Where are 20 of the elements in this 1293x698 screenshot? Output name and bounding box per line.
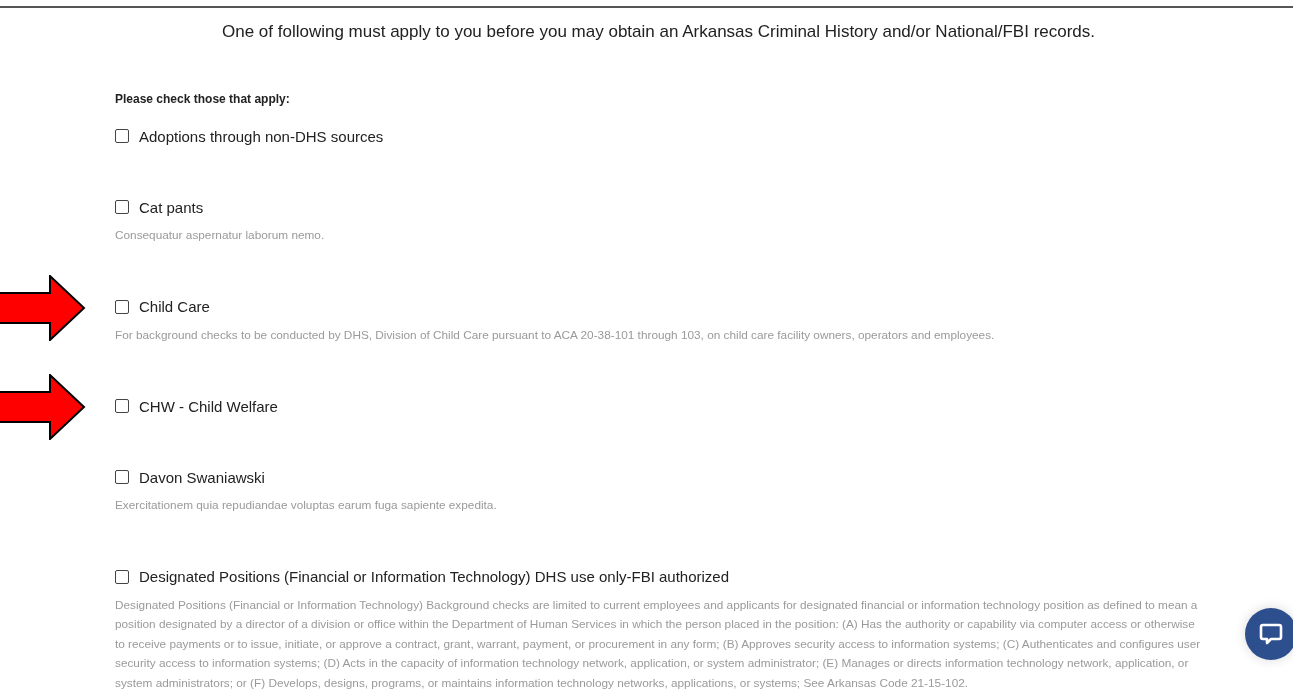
option-label[interactable]: Cat pants bbox=[139, 198, 204, 216]
chat-button[interactable] bbox=[1245, 608, 1293, 660]
checkbox[interactable] bbox=[115, 299, 129, 314]
checkbox[interactable] bbox=[115, 200, 129, 214]
intro-text: One of following must apply to you before you may obtain an Arkansas Criminal History and/or National/FBI records. bbox=[220, 21, 1097, 43]
chat-icon bbox=[1258, 621, 1284, 647]
option-label[interactable]: Adoptions through non-DHS sources bbox=[139, 127, 384, 145]
option-description: Designated Positions (Financial or Information Technology) Background checks are limited to current employees and applicants for designated financial or information technology position as defined to mean a position designated by a director of a division or office within the Department of Human Services in which the person placed in the position: (A) Has the authority or capability via computer access or otherwise to receive payments or to issue, initiate, or approve a contract, grant, warrant, payment, or procurement in any form; (B) Approves security access to information systems; (C) Authenticates and configures user security access to information systems; (D) Acts in the capacity of information technology network, application, or system administrator; (E) Manages or directs information technology network, application, or system administrators; or (F) Develops, designs, programs, or maintains information technology networks, applications, or systems; See Arkansas Code 21-15-102. bbox=[115, 596, 1202, 692]
option-label[interactable]: Child Care bbox=[139, 298, 210, 315]
checkbox[interactable] bbox=[115, 399, 129, 413]
option-description: Exercitationem quia repudiandae voluptas earum fuga sapiente expedita. bbox=[115, 497, 498, 514]
checkbox[interactable] bbox=[115, 569, 129, 584]
checkbox[interactable] bbox=[115, 129, 129, 143]
checkbox[interactable] bbox=[115, 470, 129, 484]
option-description: Consequatur aspernatur laborum nemo. bbox=[115, 227, 326, 244]
option-label[interactable]: Davon Swaniawski bbox=[139, 468, 265, 486]
option-label[interactable]: Designated Positions (Financial or Information Technology) DHS use only-FBI authorized bbox=[139, 568, 730, 585]
option-description: For background checks to be conducted by DHS, Division of Child Care pursuant to ACA 20-38-101 through 103, on child care facility owners, operators and employees. bbox=[115, 326, 996, 344]
prompt-label: Please check those that apply: bbox=[115, 91, 291, 107]
option-label[interactable]: CHW - Child Welfare bbox=[139, 397, 278, 415]
